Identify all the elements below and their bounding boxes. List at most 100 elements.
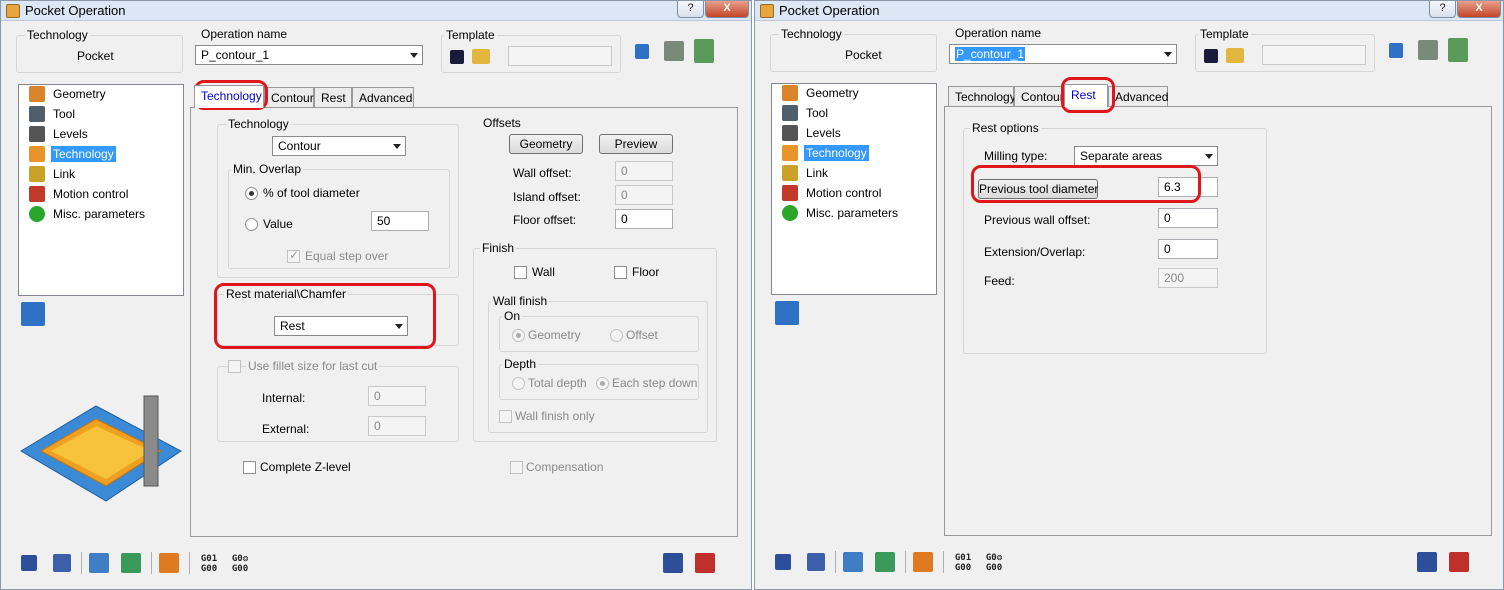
gcode-g0-button[interactable]: G0❂ G00	[981, 553, 1007, 573]
operation-name-combo[interactable]: P_contour_1	[195, 45, 423, 65]
close-button[interactable]: X	[705, 1, 749, 18]
toolbar-separator	[835, 551, 836, 573]
each-step-label: Each step down	[612, 376, 698, 390]
tab-advanced[interactable]: Advanced	[1108, 86, 1168, 106]
each-step-radio[interactable]	[596, 377, 609, 390]
tab-contour[interactable]: Contour	[1014, 86, 1064, 106]
tree-item-technology[interactable]: Technology	[782, 144, 869, 162]
tool-library-icon[interactable]	[664, 41, 684, 61]
equal-step-checkbox[interactable]	[287, 248, 300, 263]
tree-item-tool[interactable]: Tool	[29, 105, 77, 123]
save-template-icon[interactable]	[450, 50, 464, 64]
open-folder-icon[interactable]	[472, 49, 490, 64]
exit-icon[interactable]	[695, 553, 715, 573]
pct-tool-radio[interactable]	[245, 187, 258, 200]
help-button[interactable]: ?	[1429, 1, 1456, 18]
wall-checkbox[interactable]	[514, 266, 527, 279]
chevron-down-icon	[1205, 154, 1213, 159]
stock-icon[interactable]	[913, 552, 933, 572]
layout-grid-icon[interactable]	[775, 301, 799, 325]
previous-tool-diameter-input[interactable]: 6.3	[1158, 177, 1218, 197]
tab-contour[interactable]: Contour	[264, 87, 314, 107]
technology-group: Technology Pocket	[16, 28, 183, 73]
help-button[interactable]: ?	[677, 1, 704, 18]
gcode-g01-button[interactable]: G01 G00	[950, 553, 976, 573]
save-icon[interactable]	[775, 554, 791, 570]
window-title: Pocket Operation	[25, 3, 126, 18]
gcode-g0-button[interactable]: G0❂ G00	[227, 554, 253, 574]
offset-radio[interactable]	[610, 329, 623, 342]
info-icon[interactable]	[635, 44, 649, 59]
template-caption: Template	[444, 28, 497, 42]
toolbar-separator	[189, 552, 190, 574]
technology-icon	[29, 146, 45, 162]
tree-item-misc-parameters[interactable]: Misc. parameters	[29, 205, 147, 223]
info-icon[interactable]	[1389, 43, 1403, 58]
rest-combo-value: Rest	[280, 319, 305, 333]
calculate-icon[interactable]	[843, 552, 863, 572]
tree-item-motion-control[interactable]: Motion control	[782, 184, 883, 202]
close-button[interactable]: X	[1457, 1, 1501, 18]
tab-rest[interactable]: Rest	[314, 87, 352, 107]
operation-name-combo[interactable]: P_contour_1	[949, 44, 1177, 64]
wall-finish-only-checkbox[interactable]	[499, 410, 512, 423]
save-add-icon[interactable]	[1417, 552, 1437, 572]
tool-library-icon[interactable]	[1418, 40, 1438, 60]
geometry-radio[interactable]	[512, 329, 525, 342]
save-copy-icon[interactable]	[807, 553, 825, 571]
geometry-button[interactable]: Geometry	[509, 134, 583, 154]
parameter-tree: Geometry Tool Levels Technology Link Mot…	[18, 84, 184, 296]
total-depth-radio[interactable]	[512, 377, 525, 390]
complete-z-checkbox[interactable]	[243, 461, 256, 474]
tree-item-misc-parameters[interactable]: Misc. parameters	[782, 204, 900, 222]
floor-checkbox[interactable]	[614, 266, 627, 279]
tree-item-geometry[interactable]: Geometry	[782, 84, 861, 102]
rest-combo[interactable]: Rest	[274, 316, 408, 336]
calculate-icon[interactable]	[89, 553, 109, 573]
stock-icon[interactable]	[159, 553, 179, 573]
extension-overlap-input[interactable]: 0	[1158, 239, 1218, 259]
open-folder-icon[interactable]	[1226, 48, 1244, 63]
save-template-icon[interactable]	[1204, 49, 1218, 63]
fillet-checkbox[interactable]	[228, 360, 241, 373]
rest-chamfer-caption: Rest material\Chamfer	[224, 287, 349, 301]
milling-type-combo[interactable]: Separate areas	[1074, 146, 1218, 166]
tab-technology[interactable]: Technology	[194, 85, 264, 108]
simulate-icon[interactable]	[121, 553, 141, 573]
compensation-checkbox[interactable]	[510, 461, 523, 474]
tree-item-levels[interactable]: Levels	[782, 124, 843, 142]
overlap-value-input[interactable]: 50	[371, 211, 429, 231]
tree-item-link[interactable]: Link	[782, 164, 830, 182]
technology-combo[interactable]: Contour	[272, 136, 406, 156]
tool-pick-icon[interactable]	[694, 39, 714, 63]
tree-item-geometry[interactable]: Geometry	[29, 85, 108, 103]
save-copy-icon[interactable]	[53, 554, 71, 572]
pct-tool-label: % of tool diameter	[263, 186, 360, 200]
exit-icon[interactable]	[1449, 552, 1469, 572]
tab-technology[interactable]: Technology	[948, 86, 1016, 106]
save-add-icon[interactable]	[663, 553, 683, 573]
tree-item-levels[interactable]: Levels	[29, 125, 90, 143]
tool-pick-icon[interactable]	[1448, 38, 1468, 62]
wall-finish-group: Wall finish On Geometry Offset Depth Tot…	[488, 294, 708, 433]
compensation-label: Compensation	[526, 460, 604, 474]
tree-item-technology[interactable]: Technology	[29, 145, 116, 163]
floor-offset-input[interactable]: 0	[615, 209, 673, 229]
save-icon[interactable]	[21, 555, 37, 571]
value-radio[interactable]	[245, 218, 258, 231]
simulate-icon[interactable]	[875, 552, 895, 572]
tree-item-motion-control[interactable]: Motion control	[29, 185, 130, 203]
tab-rest[interactable]: Rest	[1064, 84, 1108, 107]
previous-wall-offset-input[interactable]: 0	[1158, 208, 1218, 228]
tab-advanced[interactable]: Advanced	[352, 87, 414, 107]
technology-combo-value: Contour	[278, 139, 321, 153]
previous-tool-diameter-button[interactable]: Previous tool diameter	[978, 179, 1098, 199]
gcode-g01-button[interactable]: G01 G00	[196, 554, 222, 574]
technology-subgroup: Technology Contour Min. Overlap % of too…	[217, 117, 459, 278]
wall-finish-caption: Wall finish	[491, 294, 550, 308]
preview-button[interactable]: Preview	[599, 134, 673, 154]
layout-grid-icon[interactable]	[21, 302, 45, 326]
tree-item-link[interactable]: Link	[29, 165, 77, 183]
tree-item-tool[interactable]: Tool	[782, 104, 830, 122]
link-icon	[782, 165, 798, 181]
